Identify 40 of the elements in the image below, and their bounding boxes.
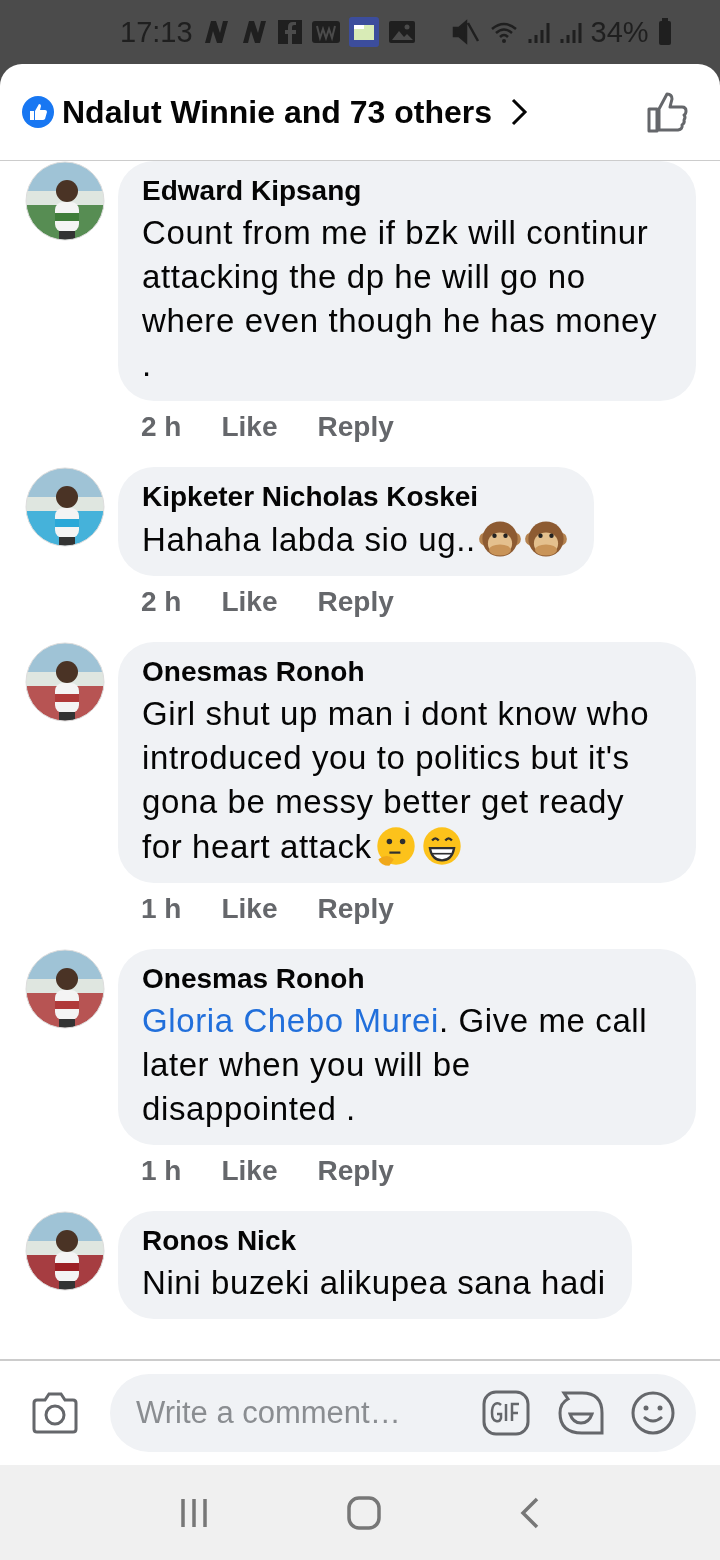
reply-link[interactable]: Reply (317, 893, 394, 925)
like-link[interactable]: Like (221, 1155, 278, 1187)
gif-icon[interactable] (482, 1390, 530, 1436)
comment-text: Hahaha labda sio ug.. (142, 517, 568, 562)
folder-icon (348, 17, 379, 47)
reply-link[interactable]: Reply (317, 411, 394, 443)
comment-time: 1 h (141, 1155, 182, 1187)
sticker-icon[interactable] (556, 1390, 604, 1436)
battery-icon (656, 17, 673, 47)
like-button[interactable] (646, 90, 690, 134)
recent-apps-icon[interactable] (179, 1496, 209, 1529)
back-icon[interactable] (519, 1495, 541, 1530)
comment-input[interactable]: Write a comment… (134, 1394, 456, 1432)
mention-link[interactable]: Gloria Chebo Murei (142, 1002, 439, 1039)
comment-time: 1 h (141, 893, 182, 925)
comment-text: Gloria Chebo Murei. Give me call later when you will be disappointed . (142, 1001, 649, 1129)
like-link[interactable]: Like (221, 411, 278, 443)
reactions-link[interactable]: Ndalut Winnie and 73 others (54, 93, 528, 131)
emoji-icon[interactable] (630, 1390, 676, 1436)
facebook-icon (276, 17, 303, 47)
like-link[interactable]: Like (221, 893, 278, 925)
like-link[interactable]: Like (221, 586, 278, 618)
comment-text: Nini buzeki alikupea sana hadi (142, 1263, 606, 1303)
home-icon[interactable] (347, 1495, 381, 1530)
comment-author: Edward Kipsang (142, 175, 363, 207)
like-reaction-icon (22, 96, 54, 128)
comment-text: Count from me if bzk will continur attacking the dp he will go no where even though he has money . (142, 213, 659, 385)
comment-text: Girl shut up man i dont know who introduced you to politics but it's gona be messy better get ready for heart attack (142, 692, 670, 869)
comment-author: Onesmas Ronoh (142, 963, 366, 995)
reply-link[interactable]: Reply (317, 586, 394, 618)
comment-author: Onesmas Ronoh (142, 656, 366, 688)
comment-time: 2 h (141, 586, 182, 618)
chevron-right-icon (510, 97, 528, 127)
comment-author: Kipketer Nicholas Koskei (142, 481, 480, 513)
mute-icon (450, 17, 481, 47)
comment-author: Ronos Nick (142, 1225, 298, 1257)
comment-time: 2 h (141, 411, 182, 443)
camera-icon[interactable] (30, 1391, 80, 1435)
reply-link[interactable]: Reply (317, 1155, 394, 1187)
comment-field[interactable]: Write a comment… (110, 1374, 696, 1452)
